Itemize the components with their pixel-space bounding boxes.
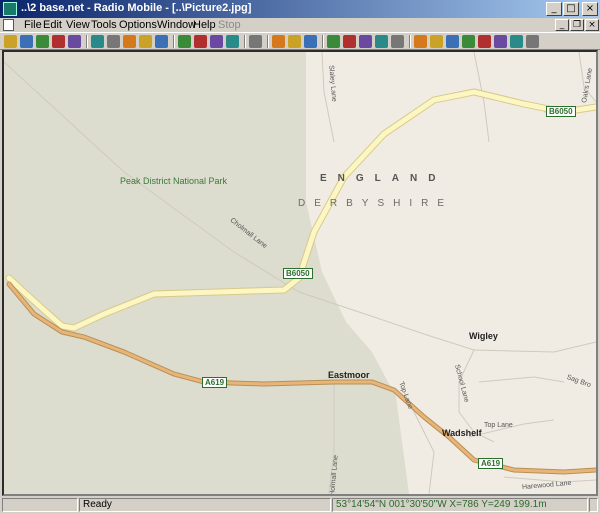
menu-tools[interactable]: Tools [91,19,117,31]
minimize-button[interactable]: _ [546,2,562,16]
save-picture-icon[interactable] [210,35,223,48]
crosshair-icon[interactable] [375,35,388,48]
app-icon[interactable] [3,2,17,16]
merge-pictures-icon[interactable] [107,35,120,48]
place-eastmoor: Eastmoor [328,370,370,380]
menu-window[interactable]: Window [157,19,196,31]
mdi-minimize-button[interactable]: _ [555,19,569,31]
pan-left-icon[interactable] [139,35,152,48]
menu-options[interactable]: Options [119,19,157,31]
pdf-icon[interactable] [226,35,239,48]
menu-file[interactable]: File [24,19,42,31]
toolbar-separator [322,35,324,48]
picture-properties-icon[interactable] [327,35,340,48]
document-icon[interactable] [3,19,14,31]
mdi-close-button[interactable]: × [585,19,599,31]
fit-zoom-icon[interactable] [343,35,356,48]
network-properties-icon[interactable] [52,35,65,48]
window-title: ..\2 base.net - Radio Mobile - [..\Pictu… [21,2,252,14]
copy-icon[interactable] [272,35,285,48]
road-shield-b6050-west: B6050 [283,268,313,279]
park-label: Peak District National Park [120,176,228,186]
save-icon[interactable] [36,35,49,48]
toolbar-separator [244,35,246,48]
elevation-icon[interactable] [510,35,523,48]
toolbar [0,32,600,50]
copy-picture-icon[interactable] [194,35,207,48]
road-shield-b6050-east: B6050 [546,106,576,117]
status-coordinates: 53°14'54"N 001°30'50"W X=786 Y=249 199.1… [332,498,588,512]
status-panel-left [2,498,78,512]
coverage-icon[interactable] [430,35,443,48]
radio-link-icon[interactable] [414,35,427,48]
antenna-tower-icon[interactable] [462,35,475,48]
map-properties-icon[interactable] [304,35,317,48]
select-area-icon[interactable] [359,35,372,48]
menu-help[interactable]: Help [193,19,216,31]
open-icon[interactable] [20,35,33,48]
county-label: DERBYSHIRE [298,198,454,209]
country-label: ENGLAND [320,173,447,184]
toolbar-separator [409,35,411,48]
road-shield-a619-east: A619 [478,458,504,469]
menu-edit[interactable]: Edit [43,19,62,31]
map-view[interactable]: Peak District National Park ENGLAND DERB… [2,50,598,496]
lane-label-top: Top Lane [484,422,513,429]
unit-properties-icon[interactable] [68,35,81,48]
place-wadshelf: Wadshelf [442,428,482,438]
close-button[interactable]: × [582,2,598,16]
toolbar-separator [267,35,269,48]
polar-coverage-icon[interactable] [446,35,459,48]
rgb-plot-icon[interactable] [494,35,507,48]
visual-coverage-icon[interactable] [478,35,491,48]
road-shield-a619-west: A619 [202,377,228,388]
toolbar-separator [86,35,88,48]
print-icon[interactable] [249,35,262,48]
elevation-grid-icon[interactable] [123,35,136,48]
place-wigley: Wigley [469,331,498,341]
new-icon[interactable] [4,35,17,48]
title-bar: ..\2 base.net - Radio Mobile - [..\Pictu… [0,0,600,18]
delete-icon[interactable] [391,35,404,48]
status-panel-right [589,498,598,512]
toolbar-separator [173,35,175,48]
world-map-icon[interactable] [91,35,104,48]
paste-icon[interactable] [288,35,301,48]
maximize-button[interactable]: □ [563,2,579,16]
pan-right-icon[interactable] [155,35,168,48]
status-message: Ready [79,498,331,512]
mdi-restore-button[interactable]: ❐ [570,19,584,31]
status-bar: Ready 53°14'54"N 001°30'50"W X=786 Y=249… [0,497,600,514]
menu-bar: File Edit View Tools Options Window Help… [0,18,600,32]
menu-stop: Stop [218,19,241,31]
menu-view[interactable]: View [66,19,90,31]
histogram-icon[interactable] [526,35,539,48]
frame-icon[interactable] [178,35,191,48]
